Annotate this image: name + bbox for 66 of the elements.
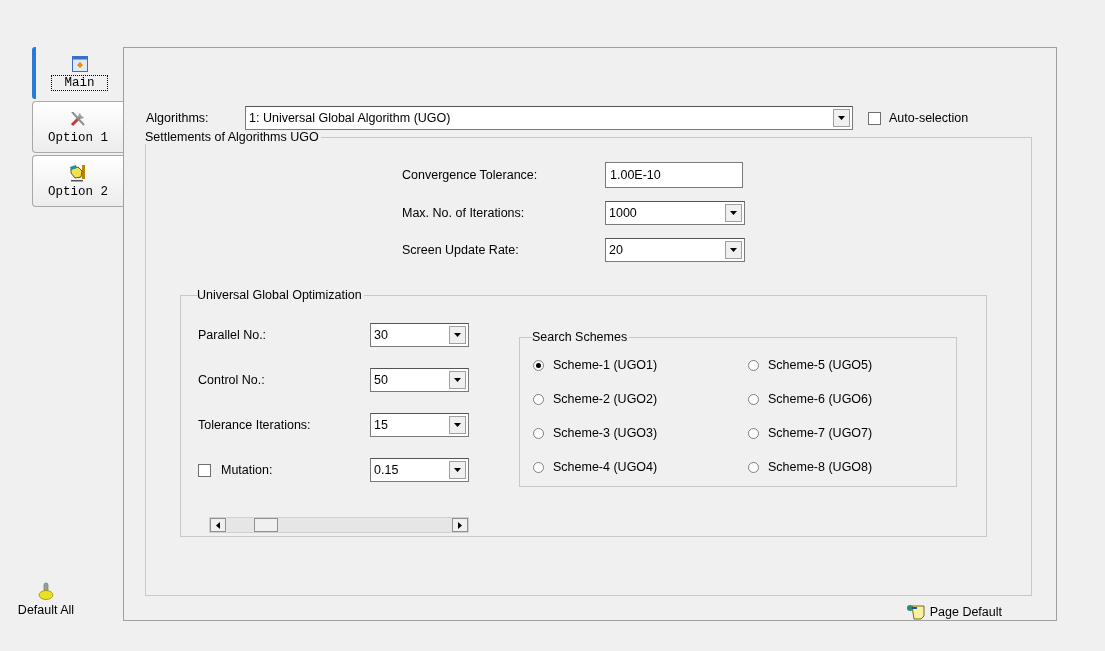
field-label: Convergence Tolerance: [402,168,539,182]
checkbox[interactable] [198,463,211,477]
dropdown-button[interactable] [449,325,466,344]
dropdown-button[interactable] [725,241,742,259]
note-icon [905,603,926,620]
dropdown[interactable]: 30 [370,322,469,347]
radio-label: Scheme-1 (UGO1) [553,358,658,372]
radio-label: Scheme-3 (UGO3) [553,426,658,440]
right-arrow-icon [458,521,462,529]
field-label: Algorithms: [146,111,210,125]
radio-button[interactable] [533,461,544,473]
field-label: Mutation: [221,463,273,478]
group-title: Search Schemes [532,330,629,344]
radio-button[interactable] [748,359,759,371]
radio-button[interactable] [533,393,544,405]
caret-icon [454,332,461,337]
caret-icon [730,248,737,252]
field-label: Control No.: [198,372,266,387]
dropdown-button[interactable] [449,461,466,480]
left-arrow-icon [216,521,220,529]
scroll-bar[interactable] [209,517,469,534]
radio-button[interactable] [748,393,759,405]
dropdown-button[interactable] [449,416,466,434]
caret-icon [454,377,461,382]
radio-label: Scheme-2 (UGO2) [553,392,658,406]
dropdown-button[interactable] [449,370,466,389]
caret-icon [730,211,737,215]
dropdown[interactable]: 15 [370,413,469,437]
lever-icon [38,582,54,600]
caret-icon [454,468,461,473]
field-label: Tolerance Iterations: [198,418,312,432]
dropdown[interactable]: 0.15 [370,458,469,483]
caret-icon [454,423,461,427]
group-title: Universal Global Optimization [197,288,363,302]
text-field[interactable]: 1.00E-10 [605,162,743,188]
dropdown-button[interactable] [725,204,742,222]
radio-label: Scheme-8 (UGO8) [768,460,873,474]
checkbox-label: Auto-selection [889,111,969,125]
field-label: Parallel No.: [198,327,268,342]
scroll-left-button[interactable] [210,518,226,533]
radio-button[interactable] [533,427,544,439]
radio-label: Scheme-7 (UGO7) [768,426,873,440]
checkbox[interactable] [868,111,881,125]
page-default-button[interactable]: Page Default [905,603,1002,620]
group-title: Settlements of Algorithms UGO [145,130,320,144]
radio-label: Scheme-4 (UGO4) [553,460,658,474]
default-all-button[interactable]: Default All [0,581,92,621]
tab[interactable]: Option 1 [32,101,123,153]
tab[interactable]: Option 2 [32,155,123,207]
dropdown[interactable]: 1000 [605,201,745,225]
radio-button[interactable] [533,359,544,371]
window-icon [71,55,88,72]
radio-button[interactable] [748,427,759,439]
scroll-right-button[interactable] [452,518,468,533]
field-label: Screen Update Rate: [402,243,520,257]
dropdown[interactable]: 50 [370,367,469,392]
radio-button[interactable] [748,461,759,473]
dropdown-button[interactable] [833,109,850,127]
radio-label: Scheme-5 (UGO5) [768,358,873,372]
field-label: Max. No. of Iterations: [402,206,526,220]
caret-icon [838,116,845,120]
dropdown[interactable]: 20 [605,238,745,262]
scroll-thumb[interactable] [254,518,278,533]
dropdown[interactable]: 1: Universal Global Algorithm (UGO) [245,106,853,130]
tools-icon [69,109,87,128]
radio-label: Scheme-6 (UGO6) [768,392,873,406]
